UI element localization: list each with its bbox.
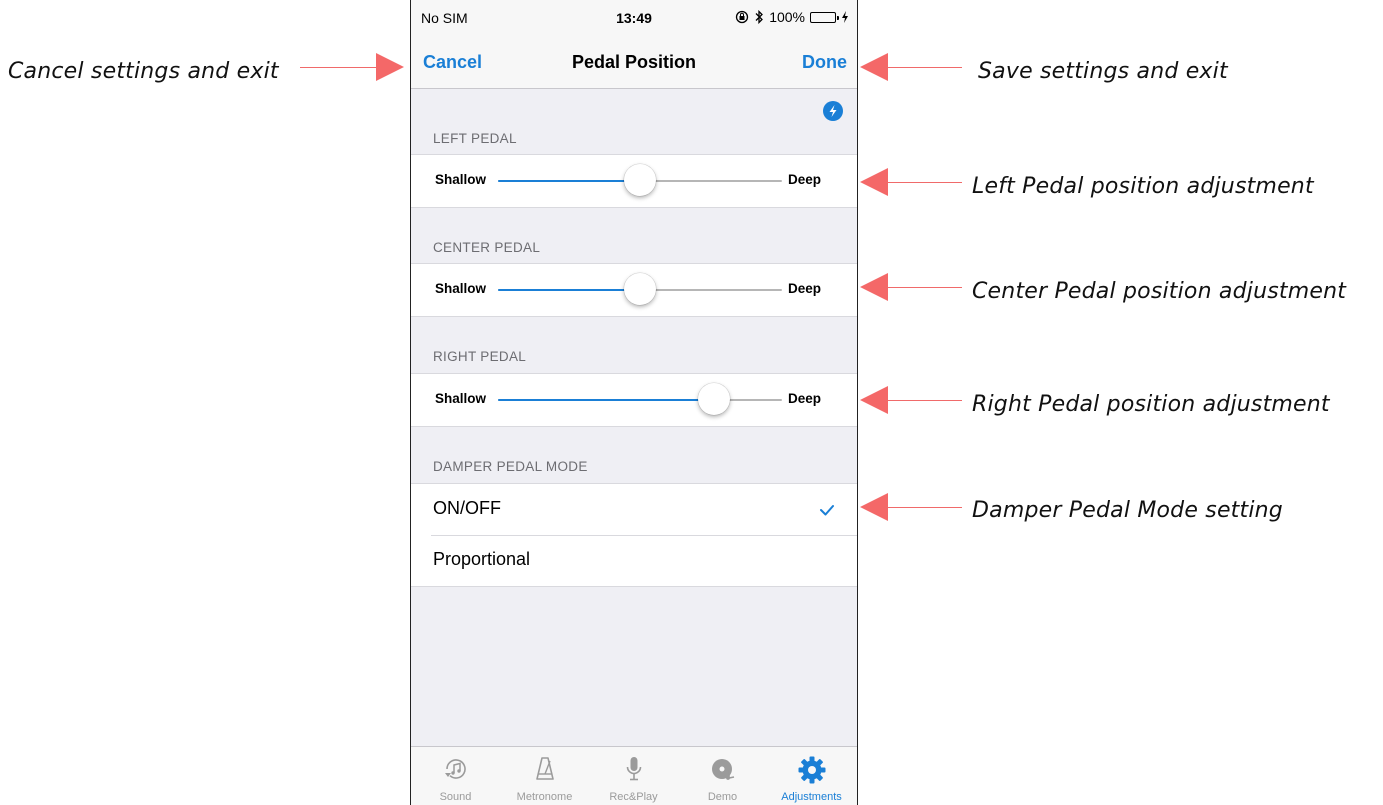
left-pedal-slider[interactable] — [498, 164, 782, 196]
microphone-icon — [626, 757, 641, 781]
tab-label: Rec&Play — [609, 791, 658, 803]
right-pedal-slider-thumb[interactable] — [697, 383, 730, 415]
left-pedal-slider-thumb[interactable] — [624, 164, 656, 196]
arrow-done-line — [886, 67, 962, 68]
damper-option-label: Proportional — [433, 549, 531, 569]
center-pedal-slider[interactable] — [498, 273, 782, 305]
damper-mode-header: DAMPER PEDAL MODE — [433, 459, 588, 474]
right-pedal-header: RIGHT PEDAL — [433, 349, 527, 364]
arrow-right-pedal-line — [886, 400, 962, 401]
bluetooth-icon — [755, 10, 764, 24]
tab-demo[interactable]: Demo — [678, 747, 767, 805]
tab-rec-play[interactable]: Rec&Play — [589, 747, 678, 805]
center-pedal-header: CENTER PEDAL — [433, 240, 541, 255]
left-pedal-header: LEFT PEDAL — [433, 131, 517, 146]
right-pedal-slider-fill — [498, 399, 714, 401]
tab-label: Demo — [707, 791, 738, 803]
status-bar: No SIM 13:49 100% — [411, 0, 857, 40]
center-pedal-slider-thumb[interactable] — [624, 273, 656, 305]
center-pedal-slider-fill — [498, 289, 640, 291]
damper-mode-list: ON/OFF Proportional — [411, 483, 857, 587]
status-right-group: 100% — [735, 9, 849, 25]
tab-label: Sound — [439, 791, 472, 803]
tab-label: Metronome — [516, 791, 573, 803]
tab-bar: Sound Metronome Rec&Play Demo Adjustment… — [411, 746, 857, 805]
center-pedal-row: Shallow Deep — [411, 263, 857, 317]
battery-percent: 100% — [769, 9, 805, 25]
bluetooth-lightning-icon — [823, 101, 843, 121]
right-pedal-slider[interactable] — [498, 383, 782, 415]
damper-option-on-off[interactable]: ON/OFF — [411, 484, 857, 535]
left-pedal-row: Shallow Deep — [411, 154, 857, 208]
annotation-center-pedal: Center Pedal position adjustment — [972, 279, 1347, 304]
tab-adjustments[interactable]: Adjustments — [767, 747, 856, 805]
demo-disc-icon — [711, 759, 734, 780]
arrow-damper-head — [860, 493, 888, 521]
annotation-right-pedal: Right Pedal position adjustment — [972, 392, 1330, 417]
right-pedal-row: Shallow Deep — [411, 373, 857, 427]
annotation-done: Save settings and exit — [978, 59, 1228, 84]
right-pedal-max-label: Deep — [787, 391, 821, 406]
orientation-lock-icon — [736, 10, 749, 24]
arrow-cancel-head — [376, 53, 404, 81]
navigation-bar: Cancel Pedal Position Done — [411, 40, 857, 89]
annotation-cancel: Cancel settings and exit — [8, 59, 279, 84]
tab-label: Adjustments — [781, 791, 842, 803]
tab-metronome[interactable]: Metronome — [500, 747, 589, 805]
tab-sound[interactable]: Sound — [411, 747, 500, 805]
page-title: Pedal Position — [571, 52, 697, 72]
arrow-damper-line — [886, 507, 962, 508]
left-pedal-min-label: Shallow — [435, 172, 487, 187]
checkmark-icon — [820, 505, 834, 516]
left-pedal-max-label: Deep — [787, 172, 821, 187]
left-pedal-slider-fill — [498, 180, 640, 182]
sound-icon — [444, 759, 466, 779]
phone-screen: No SIM 13:49 100% Cancel Pedal Position … — [410, 0, 858, 805]
center-pedal-max-label: Deep — [787, 281, 821, 296]
arrow-left-pedal-line — [886, 182, 962, 183]
charging-bolt-icon — [842, 11, 848, 23]
arrow-center-pedal-head — [860, 273, 888, 301]
battery-icon — [810, 11, 839, 23]
annotation-damper-mode: Damper Pedal Mode setting — [972, 498, 1283, 523]
arrow-left-pedal-head — [860, 168, 888, 196]
done-button[interactable]: Done — [802, 52, 847, 73]
damper-option-proportional[interactable]: Proportional — [411, 535, 857, 586]
center-pedal-min-label: Shallow — [435, 281, 487, 296]
arrow-center-pedal-line — [886, 287, 962, 288]
metronome-icon — [535, 757, 554, 780]
right-pedal-min-label: Shallow — [435, 391, 487, 406]
arrow-right-pedal-head — [860, 386, 888, 414]
damper-option-label: ON/OFF — [433, 498, 501, 518]
annotation-left-pedal: Left Pedal position adjustment — [972, 174, 1314, 199]
gear-icon — [798, 756, 825, 784]
arrow-cancel-line — [300, 67, 378, 68]
arrow-done-head — [860, 53, 888, 81]
